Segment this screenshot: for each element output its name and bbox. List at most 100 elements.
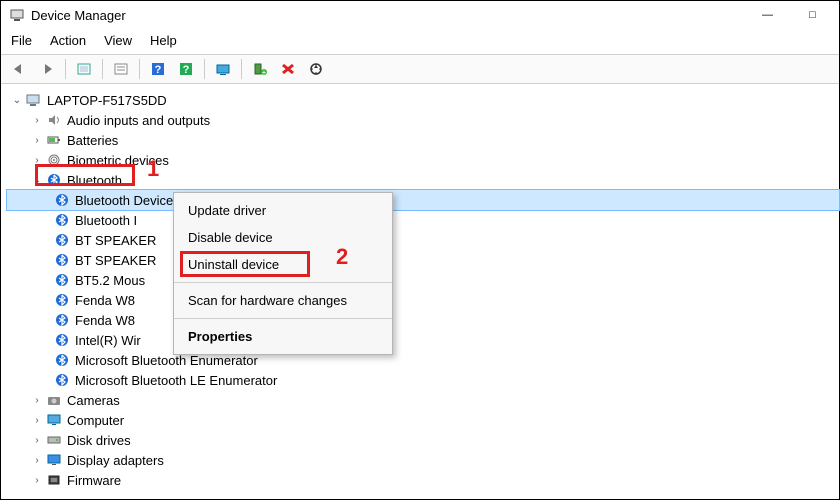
titlebar: Device Manager — □ [1,1,839,29]
tree-item[interactable]: Fenda W8 [7,310,839,330]
back-button[interactable] [7,58,31,80]
svg-text:?: ? [183,64,190,76]
chevron-down-icon[interactable]: ⌄ [11,95,23,106]
battery-icon [45,134,63,146]
tree-category[interactable]: › Disk drives [7,430,839,450]
menu-view[interactable]: View [102,31,134,50]
properties-button[interactable] [109,58,133,80]
minimize-button[interactable]: — [745,1,790,29]
tree-item[interactable]: BT5.2 Mous [7,270,839,290]
display-icon [45,454,63,466]
context-menu: Update driver Disable device Uninstall d… [173,192,393,355]
cm-separator [174,282,392,283]
tree-category[interactable]: › Computer [7,410,839,430]
bluetooth-icon [53,233,71,247]
window-controls: — □ [745,1,835,29]
disk-icon [45,434,63,446]
menu-file[interactable]: File [9,31,34,50]
chevron-right-icon[interactable]: › [31,475,43,486]
firmware-icon [45,474,63,486]
uninstall-button[interactable] [276,58,300,80]
toolbar-separator [241,59,242,79]
chevron-right-icon[interactable]: › [31,415,43,426]
tree-category[interactable]: › Cameras [7,390,839,410]
add-legacy-button[interactable]: + [248,58,272,80]
help-button[interactable]: ? [146,58,170,80]
tree-item-label: BT SPEAKER [75,233,156,248]
cm-disable-device[interactable]: Disable device [174,224,392,251]
tree-item-label: Fenda W8 [75,293,135,308]
tree-root[interactable]: ⌄ LAPTOP-F517S5DD [7,90,839,110]
bluetooth-icon [45,173,63,187]
tree-category[interactable]: › Firmware [7,470,839,490]
tree-item[interactable]: Microsoft Bluetooth LE Enumerator [7,370,839,390]
tree-category-label: Disk drives [67,433,131,448]
chevron-down-icon[interactable]: ⌄ [31,175,43,186]
help2-button[interactable]: ? [174,58,198,80]
cm-uninstall-device[interactable]: Uninstall device [174,251,392,278]
svg-text:?: ? [155,64,162,76]
chevron-right-icon[interactable]: › [31,115,43,126]
menu-action[interactable]: Action [48,31,88,50]
tree-category-label: Batteries [67,133,118,148]
bluetooth-icon [53,273,71,287]
tree-category-bluetooth[interactable]: ⌄ Bluetooth [7,170,839,190]
tree-item[interactable]: Bluetooth Device (RFCOMM Protocol TDI) [7,190,839,210]
tree-category-label: Bluetooth [67,173,122,188]
bluetooth-icon [53,353,71,367]
chevron-right-icon[interactable]: › [31,155,43,166]
bluetooth-icon [53,293,71,307]
tree-item-label: Bluetooth I [75,213,137,228]
tree-category[interactable]: › Biometric devices [7,150,839,170]
scan-button[interactable] [304,58,328,80]
toolbar-separator [139,59,140,79]
cm-scan-hardware[interactable]: Scan for hardware changes [174,287,392,314]
chevron-right-icon[interactable]: › [31,455,43,466]
chevron-right-icon[interactable]: › [31,435,43,446]
cm-update-driver[interactable]: Update driver [174,197,392,224]
tree-item[interactable]: BT SPEAKER [7,250,839,270]
update-driver-button[interactable] [211,58,235,80]
toolbar-separator [102,59,103,79]
tree-category-label: Audio inputs and outputs [67,113,210,128]
tree-category[interactable]: › Display adapters [7,450,839,470]
tree-root-label: LAPTOP-F517S5DD [47,93,167,108]
bluetooth-icon [53,333,71,347]
tree-item-label: Fenda W8 [75,313,135,328]
tree-item[interactable]: Fenda W8 [7,290,839,310]
toolbar: ? ? + [1,55,839,84]
tree-category-label: Computer [67,413,124,428]
tree-item[interactable]: Bluetooth I [7,210,839,230]
cm-properties[interactable]: Properties [174,323,392,350]
menubar: File Action View Help [1,29,839,55]
menu-help[interactable]: Help [148,31,179,50]
tree-item-label: BT SPEAKER [75,253,156,268]
device-tree: ⌄ LAPTOP-F517S5DD › Audio inputs and out… [1,84,839,490]
cm-separator [174,318,392,319]
biometric-icon [45,153,63,167]
computer-icon [25,93,43,107]
camera-icon [45,394,63,406]
tree-category-label: Firmware [67,473,121,488]
tree-item[interactable]: BT SPEAKER [7,230,839,250]
bluetooth-icon [53,253,71,267]
window-title: Device Manager [31,8,745,23]
tree-category[interactable]: › Audio inputs and outputs [7,110,839,130]
devmgr-icon [9,7,25,23]
maximize-button[interactable]: □ [790,1,835,29]
bluetooth-icon [53,313,71,327]
chevron-right-icon[interactable]: › [31,135,43,146]
tree-item-label: Microsoft Bluetooth LE Enumerator [75,373,277,388]
tree-category-label: Display adapters [67,453,164,468]
forward-button[interactable] [35,58,59,80]
tree-item[interactable]: Microsoft Bluetooth Enumerator [7,350,839,370]
show-hidden-button[interactable] [72,58,96,80]
tree-item-label: BT5.2 Mous [75,273,145,288]
tree-item[interactable]: Intel(R) Wir [7,330,839,350]
tree-category-label: Cameras [67,393,120,408]
bluetooth-icon [53,213,71,227]
chevron-right-icon[interactable]: › [31,395,43,406]
bluetooth-icon [53,193,71,207]
tree-category[interactable]: › Batteries [7,130,839,150]
tree-item-label: Intel(R) Wir [75,333,141,348]
